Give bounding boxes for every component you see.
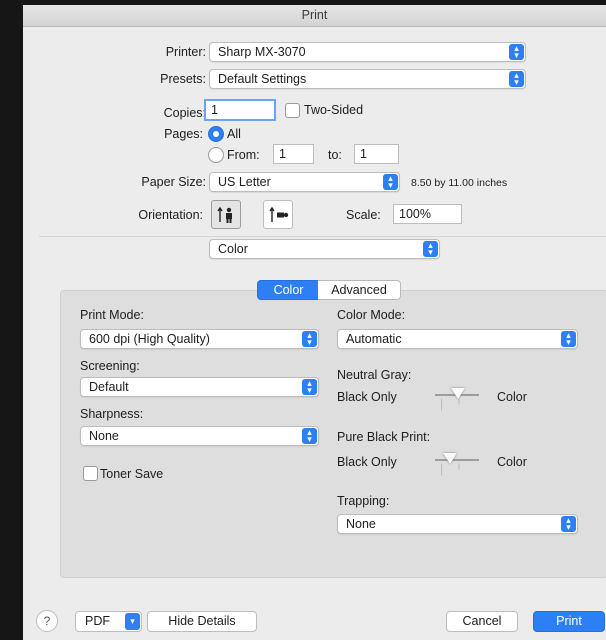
neutral-gray-max-label: Color [497,390,527,404]
paper-size-popup[interactable]: US Letter ▴ ▾ [209,172,400,192]
trapping-value: None [346,517,376,531]
tab-color[interactable]: Color [257,280,320,300]
print-mode-label: Print Mode: [80,308,144,322]
chevron-updown-icon: ▴ ▾ [383,174,398,190]
print-button[interactable]: Print [533,611,605,632]
color-mode-label: Color Mode: [337,308,406,322]
paper-dimensions: 8.50 by 11.00 inches [411,177,508,189]
presets-value: Default Settings [218,72,307,86]
paper-size-value: US Letter [218,175,271,189]
pages-to-label: to: [328,148,342,162]
print-dialog: Print Printer: Sharp MX-3070 ▴ ▾ Presets:… [23,5,606,640]
pages-from-radio[interactable] [208,147,224,163]
sharpness-label: Sharpness: [80,407,144,421]
copies-value: 1 [211,103,218,117]
presets-popup[interactable]: Default Settings ▴ ▾ [209,69,526,89]
window-title: Print [23,5,606,27]
slider-knob[interactable] [451,388,465,399]
printer-label: Printer: [165,45,206,59]
neutral-gray-label: Neutral Gray: [337,368,412,382]
chevron-updown-icon: ▴ ▾ [302,428,317,444]
screening-label: Screening: [80,359,140,373]
orientation-label: Orientation: [138,208,203,222]
screening-value: Default [89,380,129,394]
pure-black-min-label: Black Only [337,455,397,469]
trapping-popup[interactable]: None ▴ ▾ [337,514,578,534]
slider-track [435,459,479,461]
copies-field[interactable]: 1 [204,99,276,121]
printer-popup[interactable]: Sharp MX-3070 ▴ ▾ [209,42,526,62]
pages-from-value: 1 [279,147,286,161]
scale-label: Scale: [346,208,381,222]
section-popup[interactable]: Color ▴ ▾ [209,239,440,259]
pure-black-slider[interactable]: | | | [435,453,479,476]
pages-from-label: From: [227,148,260,162]
pages-all-radio[interactable] [208,126,224,142]
two-sided-label: Two-Sided [304,103,364,117]
help-button[interactable]: ? [36,610,58,632]
separator [39,236,606,237]
portrait-icon [217,206,232,223]
orientation-portrait-button[interactable] [211,200,241,229]
presets-label: Presets: [160,72,206,86]
chevron-updown-icon: ▴ ▾ [302,331,317,347]
scale-field[interactable]: 100% [393,204,462,224]
screening-popup[interactable]: Default ▴ ▾ [80,377,319,397]
slider-knob[interactable] [443,453,457,464]
neutral-gray-min-label: Black Only [337,390,397,404]
toner-save-checkbox[interactable] [83,466,98,481]
pages-to-field[interactable]: 1 [354,144,399,164]
pure-black-max-label: Color [497,455,527,469]
pages-from-field[interactable]: 1 [273,144,314,164]
color-mode-popup[interactable]: Automatic ▴ ▾ [337,329,578,349]
neutral-gray-slider[interactable]: | | | [435,388,479,411]
copies-label: Copies: [163,106,206,120]
chevron-updown-icon: ▴ ▾ [423,241,438,257]
tab-advanced[interactable]: Advanced [318,280,401,300]
pdf-menu-button[interactable]: PDF ▾ [75,611,142,632]
chevron-updown-icon: ▴ ▾ [509,44,524,60]
slider-ticks: | | | [441,464,467,476]
trapping-label: Trapping: [337,494,390,508]
pure-black-label: Pure Black Print: [337,430,431,444]
sharpness-popup[interactable]: None ▴ ▾ [80,426,319,446]
pdf-label: PDF [85,614,110,628]
landscape-icon [269,206,289,222]
pages-all-label: All [227,127,241,141]
pages-label: Pages: [164,127,203,141]
slider-ticks: | | | [441,399,467,411]
two-sided-checkbox[interactable] [285,103,300,118]
chevron-updown-icon: ▴ ▾ [561,331,576,347]
chevron-updown-icon: ▴ ▾ [509,71,524,87]
cancel-button[interactable]: Cancel [446,611,518,632]
pages-to-value: 1 [360,147,367,161]
print-mode-value: 600 dpi (High Quality) [89,332,210,346]
chevron-updown-icon: ▴ ▾ [561,516,576,532]
print-mode-popup[interactable]: 600 dpi (High Quality) ▴ ▾ [80,329,319,349]
hide-details-button[interactable]: Hide Details [147,611,257,632]
toner-save-label: Toner Save [100,467,164,481]
chevron-down-icon: ▾ [125,613,140,630]
scale-value: 100% [399,207,431,221]
printer-value: Sharp MX-3070 [218,45,306,59]
paper-size-label: Paper Size: [141,175,206,189]
orientation-landscape-button[interactable] [263,200,293,229]
sharpness-value: None [89,429,119,443]
chevron-updown-icon: ▴ ▾ [302,379,317,395]
section-popup-value: Color [218,242,248,256]
color-mode-value: Automatic [346,332,402,346]
